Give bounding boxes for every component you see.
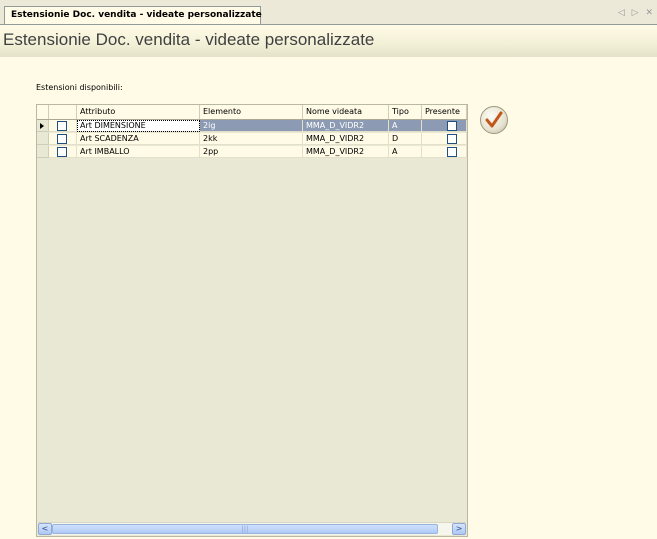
cell-presente[interactable] xyxy=(422,146,467,158)
cell-elemento[interactable]: 2pp xyxy=(200,146,303,158)
cell-presente[interactable] xyxy=(422,133,467,145)
cell-nome-videata[interactable]: MMA_D_VIDR2 xyxy=(303,120,389,132)
header-tipo[interactable]: Tipo xyxy=(389,105,422,119)
scroll-thumb[interactable]: ||| xyxy=(52,524,438,534)
cell-nome-videata[interactable]: MMA_D_VIDR2 xyxy=(303,133,389,145)
presente-checkbox[interactable] xyxy=(447,147,457,157)
header-presente[interactable]: Presente xyxy=(422,105,467,119)
header-nome-videata[interactable]: Nome videata xyxy=(303,105,389,119)
extensions-grid: Attributo Elemento Nome videata Tipo Pre… xyxy=(36,104,468,537)
row-check-cell[interactable] xyxy=(49,133,77,145)
row-selector[interactable] xyxy=(37,120,49,132)
page-header: Estensionie Doc. vendita - videate perso… xyxy=(0,25,657,57)
tab-estensioni[interactable]: Estensionie Doc. vendita - videate perso… xyxy=(4,6,262,24)
row-checkbox[interactable] xyxy=(57,147,67,157)
checkmark-icon xyxy=(485,111,503,128)
cell-elemento[interactable]: 2ig xyxy=(200,120,303,132)
scroll-right-button[interactable]: > xyxy=(452,523,466,535)
table-row[interactable]: Art DIMENSIONE 2ig MMA_D_VIDR2 A xyxy=(37,120,467,132)
cell-nome-videata[interactable]: MMA_D_VIDR2 xyxy=(303,146,389,158)
row-check-cell[interactable] xyxy=(49,120,77,132)
tab-nav-icons[interactable]: ◁ ▷ ✕ xyxy=(618,8,655,18)
row-pointer-arrow-icon xyxy=(40,123,44,129)
table-row[interactable]: Art IMBALLO 2pp MMA_D_VIDR2 A xyxy=(37,146,467,158)
header-elemento[interactable]: Elemento xyxy=(200,105,303,119)
cell-tipo[interactable]: D xyxy=(389,133,422,145)
cell-presente[interactable] xyxy=(422,120,467,132)
presente-checkbox[interactable] xyxy=(447,121,457,131)
cell-elemento[interactable]: 2kk xyxy=(200,133,303,145)
grid-header: Attributo Elemento Nome videata Tipo Pre… xyxy=(37,105,467,120)
presente-checkbox[interactable] xyxy=(447,134,457,144)
cell-attributo[interactable]: Art DIMENSIONE xyxy=(77,120,200,132)
scroll-left-button[interactable]: < xyxy=(38,523,52,535)
row-checkbox[interactable] xyxy=(57,121,67,131)
header-selector xyxy=(37,105,49,119)
row-selector[interactable] xyxy=(37,146,49,158)
row-check-cell[interactable] xyxy=(49,146,77,158)
horizontal-scrollbar[interactable]: < ||| > xyxy=(38,522,466,535)
tab-strip: Estensionie Doc. vendita - videate perso… xyxy=(0,0,657,25)
page-title: Estensionie Doc. vendita - videate perso… xyxy=(3,30,375,49)
cell-attributo[interactable]: Art SCADENZA xyxy=(77,133,200,145)
header-attributo[interactable]: Attributo xyxy=(77,105,200,119)
table-row[interactable]: Art SCADENZA 2kk MMA_D_VIDR2 D xyxy=(37,133,467,145)
cell-tipo[interactable]: A xyxy=(389,120,422,132)
row-checkbox[interactable] xyxy=(57,134,67,144)
cell-attributo[interactable]: Art IMBALLO xyxy=(77,146,200,158)
section-label: Estensioni disponibili: xyxy=(36,83,123,92)
confirm-button[interactable] xyxy=(480,106,508,134)
row-selector[interactable] xyxy=(37,133,49,145)
cell-tipo[interactable]: A xyxy=(389,146,422,158)
header-check xyxy=(49,105,77,119)
